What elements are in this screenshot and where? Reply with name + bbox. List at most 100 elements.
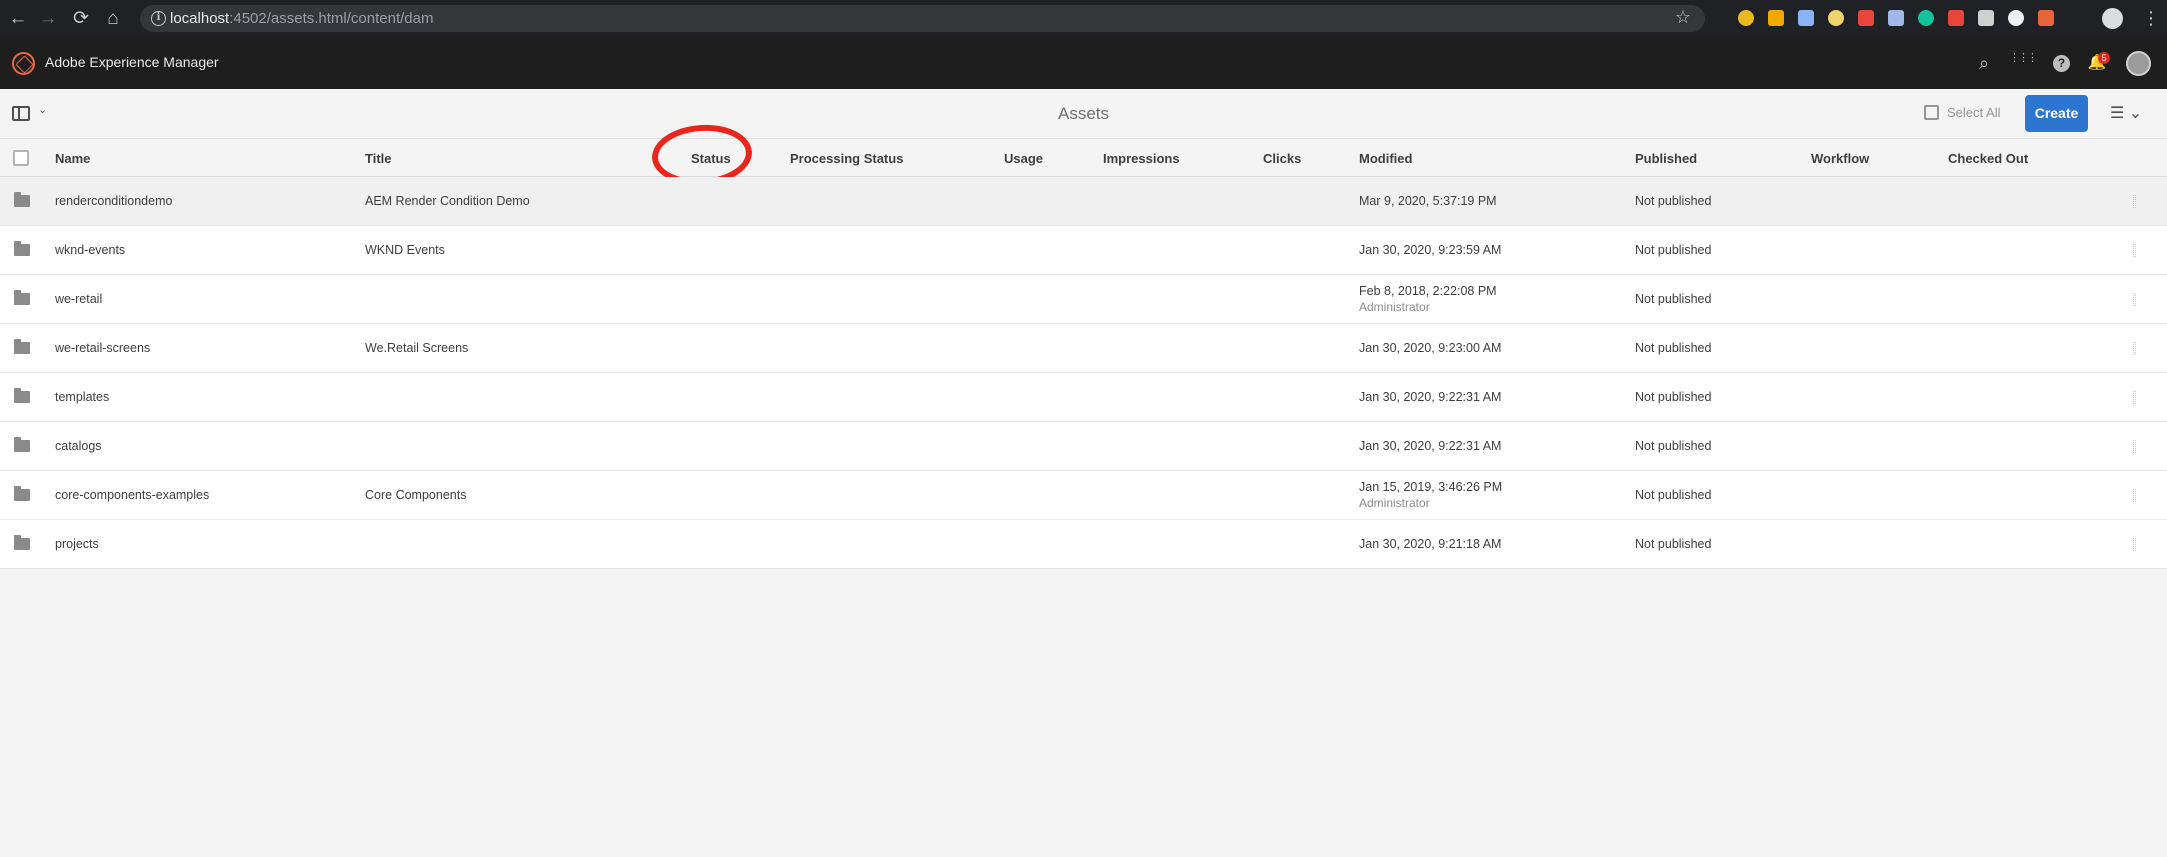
app-title[interactable]: Adobe Experience Manager (45, 54, 219, 70)
column-header-workflow[interactable]: Workflow (1811, 151, 1869, 166)
drag-handle-icon[interactable] (2133, 391, 2136, 404)
row-published: Not published (1635, 537, 1712, 551)
row-name[interactable]: wknd-events (55, 243, 125, 257)
profile-avatar-icon[interactable] (2102, 8, 2123, 29)
table-row[interactable]: templates Jan 30, 2020, 9:22:31 AM Not p… (0, 373, 2167, 422)
notification-badge: 5 (2098, 52, 2110, 64)
table-row[interactable]: wknd-events WKND Events Jan 30, 2020, 9:… (0, 226, 2167, 275)
column-header-processing-status[interactable]: Processing Status (790, 151, 903, 166)
row-published: Not published (1635, 439, 1712, 453)
row-published: Not published (1635, 488, 1712, 502)
folder-icon (14, 241, 30, 256)
drag-handle-icon[interactable] (2133, 293, 2136, 306)
checkbox-icon (1924, 105, 1939, 120)
help-icon[interactable]: ? (2053, 55, 2070, 72)
back-arrow-icon[interactable]: ← (5, 6, 31, 32)
table-header: Name Title Status Processing Status Usag… (0, 139, 2167, 177)
create-button[interactable]: Create (2025, 95, 2088, 132)
browser-extension-icon[interactable] (1888, 10, 1904, 26)
user-avatar[interactable] (2126, 51, 2151, 76)
column-header-name[interactable]: Name (55, 151, 90, 166)
row-name[interactable]: projects (55, 537, 99, 551)
row-modified: Jan 30, 2020, 9:23:00 AM (1359, 341, 1502, 355)
folder-icon (14, 437, 30, 452)
page-title: Assets (1057, 104, 1110, 123)
folder-icon (14, 535, 30, 550)
row-modified-by: Administrator (1359, 496, 1430, 510)
folder-icon (14, 290, 30, 305)
browser-extension-icon[interactable] (1978, 10, 1994, 26)
view-switcher-list-icon[interactable]: ☰ ⌄ (2110, 103, 2142, 123)
row-published: Not published (1635, 292, 1712, 306)
forward-arrow-icon[interactable]: → (35, 6, 61, 32)
row-modified: Jan 30, 2020, 9:21:18 AM (1359, 537, 1502, 551)
row-published: Not published (1635, 194, 1712, 208)
browser-extension-icon[interactable] (1918, 10, 1934, 26)
browser-extension-icon[interactable] (1948, 10, 1964, 26)
table-row[interactable]: core-components-examples Core Components… (0, 471, 2167, 520)
row-modified: Jan 30, 2020, 9:23:59 AM (1359, 243, 1502, 257)
column-header-clicks[interactable]: Clicks (1263, 151, 1301, 166)
home-icon[interactable]: ⌂ (100, 6, 126, 32)
column-header-impressions[interactable]: Impressions (1103, 151, 1180, 166)
row-name[interactable]: we-retail-screens (55, 341, 150, 355)
site-info-icon[interactable]: i (151, 11, 166, 26)
table-row[interactable]: catalogs Jan 30, 2020, 9:22:31 AM Not pu… (0, 422, 2167, 471)
row-title: WKND Events (365, 243, 445, 257)
browser-menu-icon[interactable]: ⋮ (2142, 7, 2160, 29)
row-title: AEM Render Condition Demo (365, 194, 530, 208)
drag-handle-icon[interactable] (2133, 244, 2136, 257)
browser-extension-icon[interactable] (1738, 10, 1754, 26)
row-title: Core Components (365, 488, 467, 502)
folder-icon (14, 339, 30, 354)
drag-handle-icon[interactable] (2133, 538, 2136, 551)
row-modified: Jan 15, 2019, 3:46:26 PM (1359, 480, 1503, 494)
browser-extension-icon[interactable] (1768, 10, 1784, 26)
table-row[interactable]: we-retail-screens We.Retail Screens Jan … (0, 324, 2167, 373)
row-published: Not published (1635, 243, 1712, 257)
row-modified: Jan 30, 2020, 9:22:31 AM (1359, 439, 1502, 453)
url-text: localhost:4502/assets.html/content/dam (170, 10, 434, 27)
drag-handle-icon[interactable] (2133, 342, 2136, 355)
row-modified: Jan 30, 2020, 9:22:31 AM (1359, 390, 1502, 404)
column-header-usage[interactable]: Usage (1004, 151, 1043, 166)
column-header-modified[interactable]: Modified (1359, 151, 1412, 166)
select-all-button[interactable]: Select All (1924, 105, 2000, 120)
row-published: Not published (1635, 341, 1712, 355)
table-row[interactable]: projects Jan 30, 2020, 9:21:18 AM Not pu… (0, 520, 2167, 569)
drag-handle-icon[interactable] (2133, 440, 2136, 453)
browser-extension-icon[interactable] (2038, 10, 2054, 26)
column-header-title[interactable]: Title (365, 151, 392, 166)
address-bar[interactable]: i localhost:4502/assets.html/content/dam… (140, 5, 1705, 32)
row-title: We.Retail Screens (365, 341, 469, 355)
reload-icon[interactable]: ⟳ (68, 6, 94, 32)
browser-extension-icon[interactable] (1798, 10, 1814, 26)
folder-icon (14, 388, 30, 403)
browser-extension-icon[interactable] (2008, 10, 2024, 26)
browser-extension-icon[interactable] (1858, 10, 1874, 26)
folder-icon (14, 192, 30, 207)
row-modified-by: Administrator (1359, 300, 1430, 314)
row-name[interactable]: templates (55, 390, 109, 404)
row-modified: Mar 9, 2020, 5:37:19 PM (1359, 194, 1497, 208)
search-icon[interactable]: ⌕ (1971, 50, 1997, 76)
drag-handle-icon[interactable] (2133, 489, 2136, 502)
row-name[interactable]: we-retail (55, 292, 102, 306)
table-row[interactable]: we-retail Feb 8, 2018, 2:22:08 PM Admini… (0, 275, 2167, 324)
bookmark-star-icon[interactable]: ☆ (1675, 7, 1691, 28)
aem-logo-icon[interactable] (12, 52, 35, 75)
assets-table-body: renderconditiondemo AEM Render Condition… (0, 177, 2167, 569)
row-name[interactable]: core-components-examples (55, 488, 209, 502)
row-name[interactable]: renderconditiondemo (55, 194, 172, 208)
row-modified: Feb 8, 2018, 2:22:08 PM (1359, 284, 1497, 298)
row-name[interactable]: catalogs (55, 439, 102, 453)
solutions-grid-icon[interactable]: ⋮⋮⋮ (2009, 53, 2038, 80)
select-all-checkbox[interactable] (13, 150, 29, 166)
column-header-checked-out[interactable]: Checked Out (1948, 151, 2028, 166)
column-header-published[interactable]: Published (1635, 151, 1697, 166)
browser-extension-icon[interactable] (1828, 10, 1844, 26)
table-row[interactable]: renderconditiondemo AEM Render Condition… (0, 177, 2167, 226)
browser-toolbar: ← → ⟳ ⌂ i localhost:4502/assets.html/con… (0, 0, 2167, 37)
row-published: Not published (1635, 390, 1712, 404)
drag-handle-icon[interactable] (2133, 195, 2136, 208)
